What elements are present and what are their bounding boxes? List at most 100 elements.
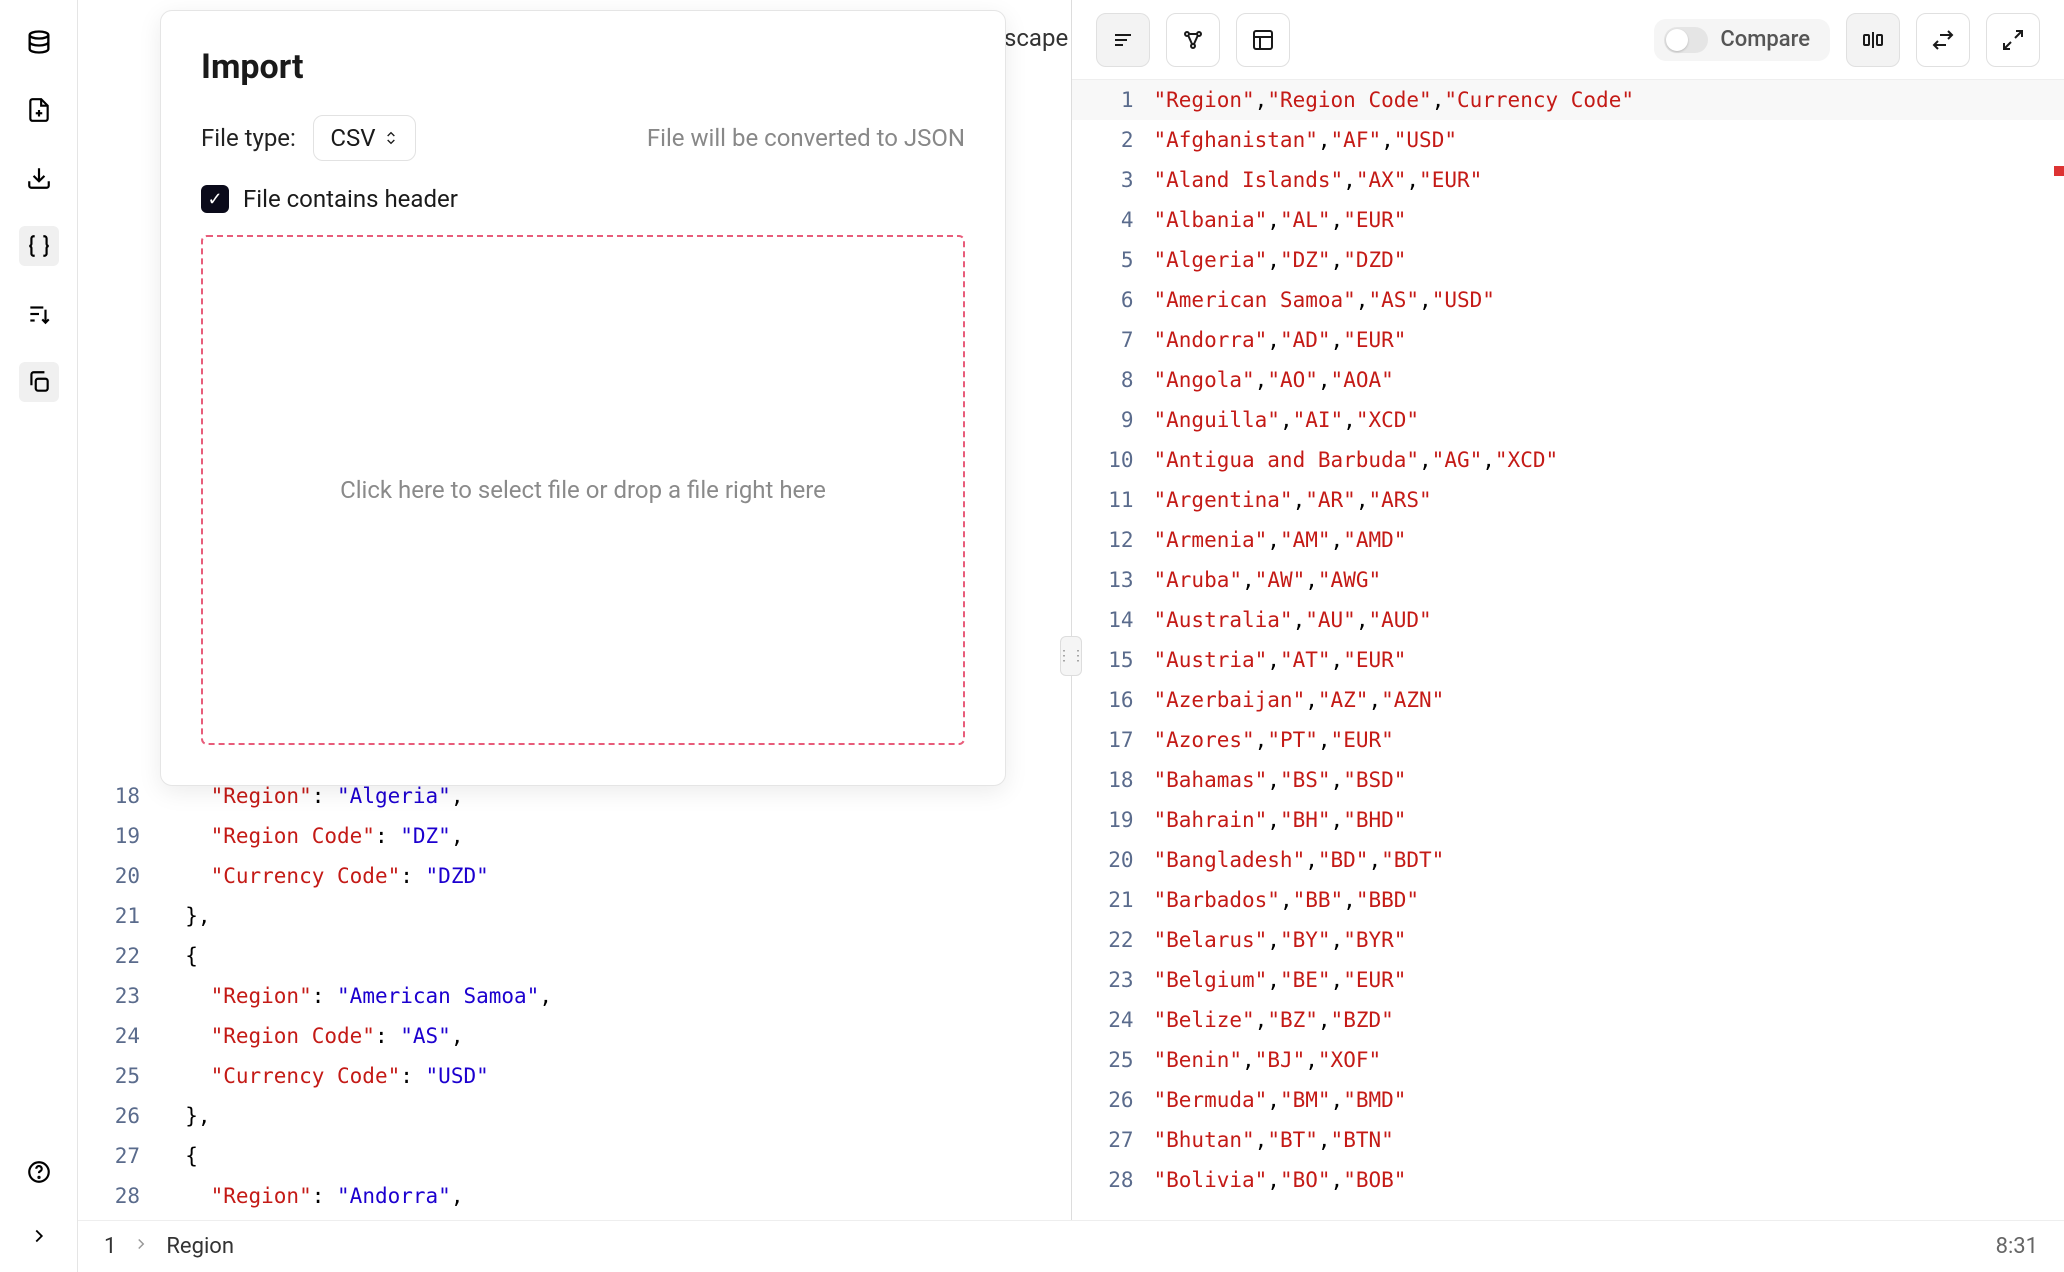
- line-number: 1: [1072, 80, 1134, 120]
- code-line: "Albania","AL","EUR": [1154, 200, 2064, 240]
- line-number: 27: [78, 1136, 140, 1176]
- graph-view-button[interactable]: [1166, 13, 1220, 67]
- code-line: "Bhutan","BT","BTN": [1154, 1120, 2064, 1160]
- dropzone-text: Click here to select file or drop a file…: [340, 476, 826, 504]
- line-number: 24: [78, 1016, 140, 1056]
- line-number: 27: [1072, 1120, 1134, 1160]
- file-type-label: File type:: [201, 124, 296, 152]
- line-number: 25: [78, 1056, 140, 1096]
- code-line: "Region": "Andorra",: [160, 1176, 1071, 1216]
- line-number: 25: [1072, 1040, 1134, 1080]
- line-number: 5: [1072, 240, 1134, 280]
- chevron-right-icon: [132, 1234, 150, 1259]
- code-line: "Region","Region Code","Currency Code": [1154, 80, 2064, 120]
- code-line: "Currency Code": "DZD": [160, 856, 1071, 896]
- right-toolbar: Compare: [1072, 0, 2064, 80]
- import-filetype-row: File type: CSV File will be converted to…: [201, 115, 965, 161]
- table-view-button[interactable]: [1236, 13, 1290, 67]
- chevron-updown-icon: [383, 130, 399, 146]
- code-line: "Afghanistan","AF","USD": [1154, 120, 2064, 160]
- code-line: "Andorra","AD","EUR": [1154, 320, 2064, 360]
- line-number: 20: [78, 856, 140, 896]
- fullscreen-button[interactable]: [1986, 13, 2040, 67]
- code-line: {: [160, 1136, 1071, 1176]
- help-icon[interactable]: [19, 1152, 59, 1192]
- code-line: "Austria","AT","EUR": [1154, 640, 2064, 680]
- code-line: "Armenia","AM","AMD": [1154, 520, 2064, 560]
- line-number: 8: [1072, 360, 1134, 400]
- code-line: "Azerbaijan","AZ","AZN": [1154, 680, 2064, 720]
- code-line: "Region Code": "AS",: [160, 1016, 1071, 1056]
- line-number: 13: [1072, 560, 1134, 600]
- line-number: 21: [78, 896, 140, 936]
- code-line: "Antigua and Barbuda","AG","XCD": [1154, 440, 2064, 480]
- code-line: "Bahamas","BS","BSD": [1154, 760, 2064, 800]
- new-file-icon[interactable]: [19, 90, 59, 130]
- sort-icon[interactable]: [19, 294, 59, 334]
- swap-button[interactable]: [1916, 13, 1970, 67]
- download-icon[interactable]: [19, 158, 59, 198]
- breadcrumb-path[interactable]: Region: [166, 1234, 234, 1259]
- file-dropzone[interactable]: Click here to select file or drop a file…: [201, 235, 965, 745]
- code-line: "Bolivia","BO","BOB": [1154, 1160, 2064, 1200]
- code-line: "Aland Islands","AX","EUR": [1154, 160, 2064, 200]
- code-line: "Argentina","AR","ARS": [1154, 480, 2064, 520]
- toggle-switch-icon: [1664, 27, 1708, 53]
- line-number: 11: [1072, 480, 1134, 520]
- code-line: "Algeria","DZ","DZD": [1154, 240, 2064, 280]
- code-line: "American Samoa","AS","USD": [1154, 280, 2064, 320]
- splitter-handle[interactable]: ⋮⋮: [1060, 636, 1082, 676]
- braces-icon[interactable]: [19, 226, 59, 266]
- right-gutter: 1234567891011121314151617181920212223242…: [1072, 80, 1154, 1272]
- error-marker-icon: [2054, 166, 2064, 176]
- code-line: "Belarus","BY","BYR": [1154, 920, 2064, 960]
- right-code-content: "Region","Region Code","Currency Code""A…: [1154, 80, 2064, 1272]
- code-line: "Region": "American Samoa",: [160, 976, 1071, 1016]
- header-checkbox-label: File contains header: [243, 185, 458, 213]
- expand-rail-icon[interactable]: [19, 1216, 59, 1256]
- app-logo-icon[interactable]: [19, 22, 59, 62]
- code-line: "Aruba","AW","AWG": [1154, 560, 2064, 600]
- app-root: nescape 1819202122232425262728 "Region":…: [0, 0, 2064, 1272]
- line-number: 19: [1072, 800, 1134, 840]
- list-view-button[interactable]: [1096, 13, 1150, 67]
- duplicate-icon[interactable]: [19, 362, 59, 402]
- file-type-value: CSV: [330, 124, 375, 152]
- header-checkbox[interactable]: ✓: [201, 185, 229, 213]
- cursor-position: 8:31: [1996, 1234, 2038, 1259]
- code-line: },: [160, 1096, 1071, 1136]
- compare-label: Compare: [1720, 27, 1810, 52]
- code-line: {: [160, 936, 1071, 976]
- convert-note: File will be converted to JSON: [647, 124, 965, 152]
- breadcrumb-index[interactable]: 1: [104, 1234, 116, 1259]
- line-number: 22: [78, 936, 140, 976]
- right-code-editor[interactable]: 1234567891011121314151617181920212223242…: [1072, 80, 2064, 1272]
- code-line: "Belize","BZ","BZD": [1154, 1000, 2064, 1040]
- left-gutter: 1819202122232425262728: [78, 776, 160, 1272]
- line-number: 23: [1072, 960, 1134, 1000]
- import-title: Import: [201, 47, 965, 87]
- line-number: 17: [1072, 720, 1134, 760]
- line-number: 12: [1072, 520, 1134, 560]
- line-number: 10: [1072, 440, 1134, 480]
- right-pane: Compare 12345678910111213141516171819202…: [1072, 0, 2064, 1272]
- line-number: 14: [1072, 600, 1134, 640]
- split-columns-button[interactable]: [1846, 13, 1900, 67]
- line-number: 7: [1072, 320, 1134, 360]
- line-number: 4: [1072, 200, 1134, 240]
- header-checkbox-row: ✓ File contains header: [201, 185, 965, 213]
- code-line: "Belgium","BE","EUR": [1154, 960, 2064, 1000]
- left-code-content: "Region": "Algeria", "Region Code": "DZ"…: [160, 776, 1071, 1272]
- code-line: "Barbados","BB","BBD": [1154, 880, 2064, 920]
- line-number: 9: [1072, 400, 1134, 440]
- compare-toggle[interactable]: Compare: [1654, 19, 1830, 61]
- code-line: "Azores","PT","EUR": [1154, 720, 2064, 760]
- left-rail: [0, 0, 78, 1272]
- line-number: 18: [78, 776, 140, 816]
- code-line: "Benin","BJ","XOF": [1154, 1040, 2064, 1080]
- line-number: 22: [1072, 920, 1134, 960]
- line-number: 2: [1072, 120, 1134, 160]
- line-number: 16: [1072, 680, 1134, 720]
- file-type-select[interactable]: CSV: [313, 115, 416, 161]
- code-line: },: [160, 896, 1071, 936]
